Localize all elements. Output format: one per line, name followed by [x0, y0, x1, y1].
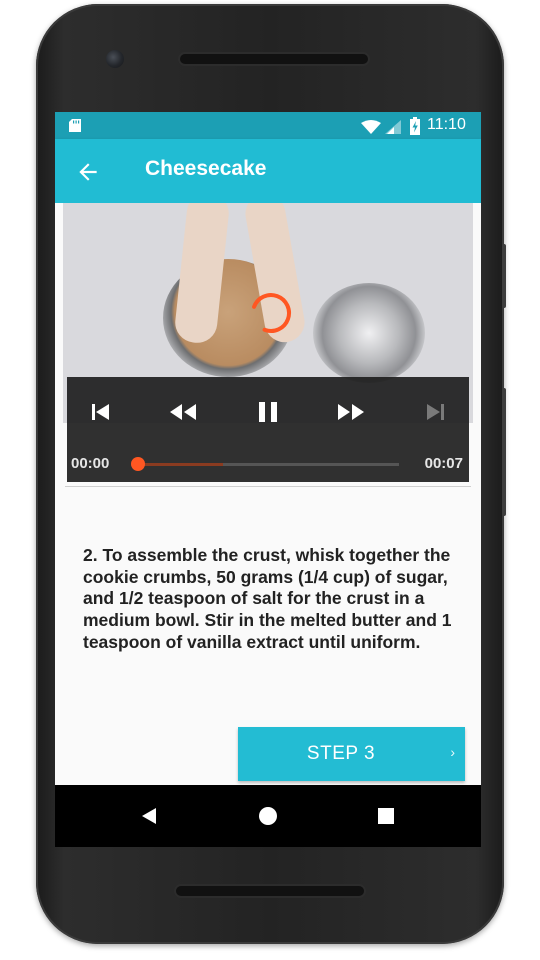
back-triangle-icon[interactable] — [137, 803, 163, 829]
rewind-icon[interactable] — [167, 397, 199, 427]
playback-position: 00:00 — [71, 455, 110, 472]
cell-signal-icon — [385, 120, 401, 134]
wifi-icon — [361, 120, 381, 134]
next-step-label: STEP 3 — [306, 743, 376, 764]
pause-icon[interactable] — [252, 397, 284, 427]
device-screen: 11:10 Cheesecake 00:00 00:07 2. To assem… — [55, 112, 481, 847]
sd-card-icon — [69, 119, 81, 132]
playback-duration: 00:07 — [424, 455, 463, 472]
volume-button — [502, 244, 506, 308]
recents-square-icon[interactable] — [373, 803, 399, 829]
loading-spinner-icon — [251, 293, 291, 333]
app-bar: Cheesecake — [55, 139, 481, 203]
divider — [65, 486, 471, 487]
skip-previous-icon[interactable] — [85, 397, 117, 427]
seek-bar-thumb[interactable] — [131, 457, 145, 471]
video-frame-steel-bowl — [313, 283, 425, 383]
player-controls: 00:00 00:07 — [67, 377, 469, 482]
fast-forward-icon[interactable] — [335, 397, 367, 427]
step-description: 2. To assemble the crust, whisk together… — [83, 545, 452, 652]
bottom-speaker — [176, 886, 364, 896]
arrow-back-icon[interactable] — [75, 159, 101, 185]
status-time: 11:10 — [427, 116, 466, 133]
home-circle-icon[interactable] — [255, 803, 281, 829]
chevron-right-icon: › — [450, 744, 455, 760]
seek-bar-buffer — [137, 463, 223, 466]
front-camera — [106, 50, 124, 68]
step-content: 00:00 00:07 2. To assemble the crust, wh… — [55, 203, 481, 785]
power-button — [502, 388, 506, 516]
navigation-bar — [55, 785, 481, 847]
page-title: Cheesecake — [145, 157, 267, 180]
battery-charging-icon — [410, 117, 420, 135]
next-step-button[interactable]: STEP 3 › — [238, 727, 465, 781]
earpiece-speaker — [180, 54, 368, 64]
status-bar: 11:10 — [55, 112, 481, 139]
skip-next-icon[interactable] — [419, 397, 451, 427]
